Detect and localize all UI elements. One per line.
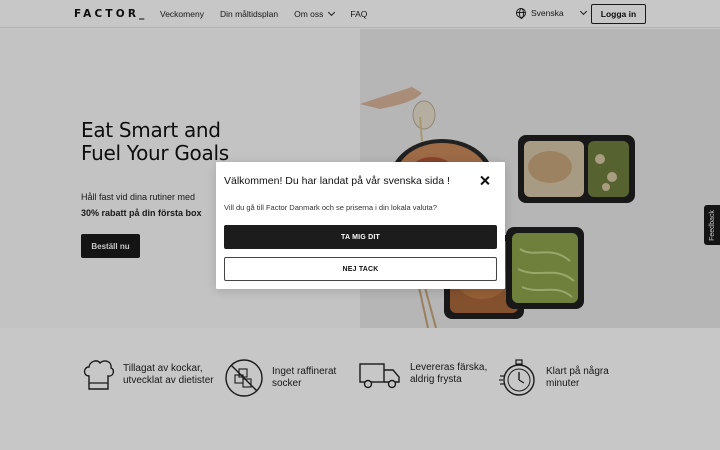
- region-redirect-modal: Välkommen! Du har landat på vår svenska …: [216, 162, 505, 289]
- close-icon[interactable]: [478, 174, 492, 188]
- take-me-there-button[interactable]: TA MIG DIT: [224, 225, 497, 249]
- no-thanks-button[interactable]: NEJ TACK: [224, 257, 497, 281]
- modal-message: Vill du gå till Factor Danmark och se pr…: [224, 203, 437, 212]
- modal-title: Välkommen! Du har landat på vår svenska …: [224, 175, 450, 187]
